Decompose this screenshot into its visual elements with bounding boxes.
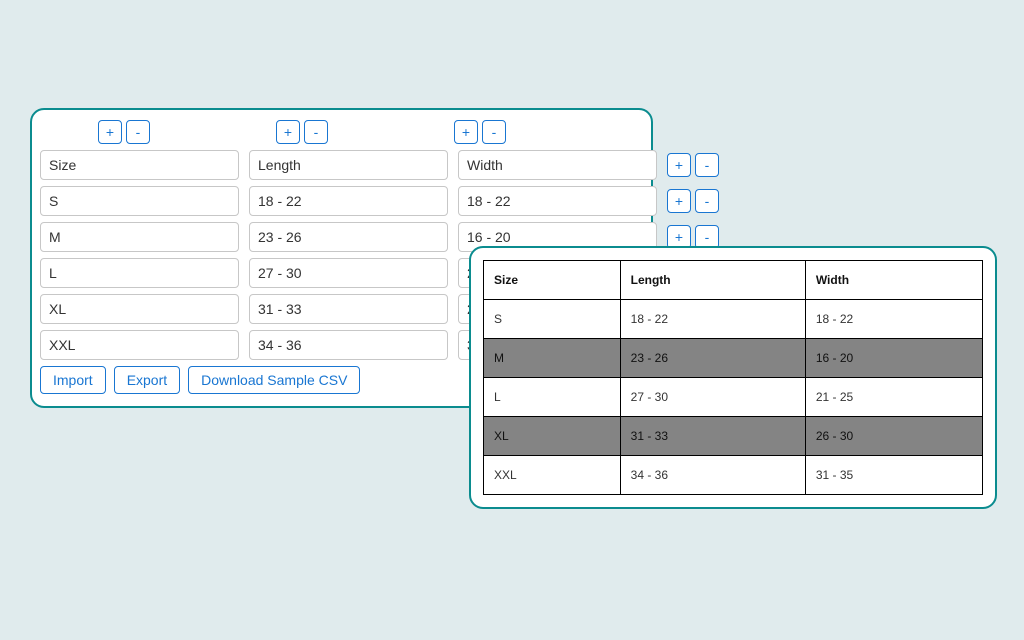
column-controls-row: + - + - + - xyxy=(40,120,643,144)
cell-input[interactable] xyxy=(40,294,239,324)
add-row-button[interactable]: + xyxy=(667,153,691,177)
table-row: XXL 34 - 36 31 - 35 xyxy=(484,456,983,495)
column-controls-0: + - xyxy=(40,120,208,144)
import-button[interactable]: Import xyxy=(40,366,106,394)
table-cell: 18 - 22 xyxy=(620,300,805,339)
cell-input[interactable] xyxy=(249,330,448,360)
cell-input[interactable] xyxy=(249,258,448,288)
download-sample-csv-button[interactable]: Download Sample CSV xyxy=(188,366,360,394)
row-controls: + - xyxy=(667,189,719,213)
cell-input[interactable] xyxy=(249,294,448,324)
column-name-input[interactable] xyxy=(249,150,448,180)
table-cell: L xyxy=(484,378,621,417)
table-cell: 16 - 20 xyxy=(805,339,982,378)
table-cell: 23 - 26 xyxy=(620,339,805,378)
table-header-cell: Width xyxy=(805,261,982,300)
column-name-input[interactable] xyxy=(40,150,239,180)
table-row: XL 31 - 33 26 - 30 xyxy=(484,417,983,456)
preview-table: Size Length Width S 18 - 22 18 - 22 M 23… xyxy=(483,260,983,495)
cell-input[interactable] xyxy=(249,186,448,216)
cell-input[interactable] xyxy=(40,330,239,360)
remove-row-button[interactable]: - xyxy=(695,153,719,177)
add-column-button[interactable]: + xyxy=(454,120,478,144)
cell-input[interactable] xyxy=(40,258,239,288)
table-cell: 34 - 36 xyxy=(620,456,805,495)
column-controls-2: + - xyxy=(396,120,564,144)
table-cell: 31 - 33 xyxy=(620,417,805,456)
add-column-button[interactable]: + xyxy=(276,120,300,144)
table-cell: 18 - 22 xyxy=(805,300,982,339)
add-column-button[interactable]: + xyxy=(98,120,122,144)
table-cell: 26 - 30 xyxy=(805,417,982,456)
remove-column-button[interactable]: - xyxy=(482,120,506,144)
table-cell: S xyxy=(484,300,621,339)
column-name-input[interactable] xyxy=(458,150,657,180)
table-cell: 27 - 30 xyxy=(620,378,805,417)
cell-input[interactable] xyxy=(40,222,239,252)
table-header-cell: Size xyxy=(484,261,621,300)
row-controls: + - xyxy=(667,153,719,177)
add-row-button[interactable]: + xyxy=(667,189,691,213)
cell-input[interactable] xyxy=(458,186,657,216)
column-controls-1: + - xyxy=(218,120,386,144)
table-cell: M xyxy=(484,339,621,378)
table-cell: 31 - 35 xyxy=(805,456,982,495)
remove-column-button[interactable]: - xyxy=(304,120,328,144)
table-row: M 23 - 26 16 - 20 xyxy=(484,339,983,378)
header-row: + - xyxy=(40,150,643,180)
remove-column-button[interactable]: - xyxy=(126,120,150,144)
size-chart-preview-panel: Size Length Width S 18 - 22 18 - 22 M 23… xyxy=(469,246,997,509)
remove-row-button[interactable]: - xyxy=(695,189,719,213)
table-cell: XL xyxy=(484,417,621,456)
table-cell: XXL xyxy=(484,456,621,495)
table-row: S 18 - 22 18 - 22 xyxy=(484,300,983,339)
table-row: L 27 - 30 21 - 25 xyxy=(484,378,983,417)
cell-input[interactable] xyxy=(249,222,448,252)
export-button[interactable]: Export xyxy=(114,366,180,394)
table-header-cell: Length xyxy=(620,261,805,300)
table-cell: 21 - 25 xyxy=(805,378,982,417)
table-header-row: Size Length Width xyxy=(484,261,983,300)
data-row: + - xyxy=(40,186,643,216)
cell-input[interactable] xyxy=(40,186,239,216)
